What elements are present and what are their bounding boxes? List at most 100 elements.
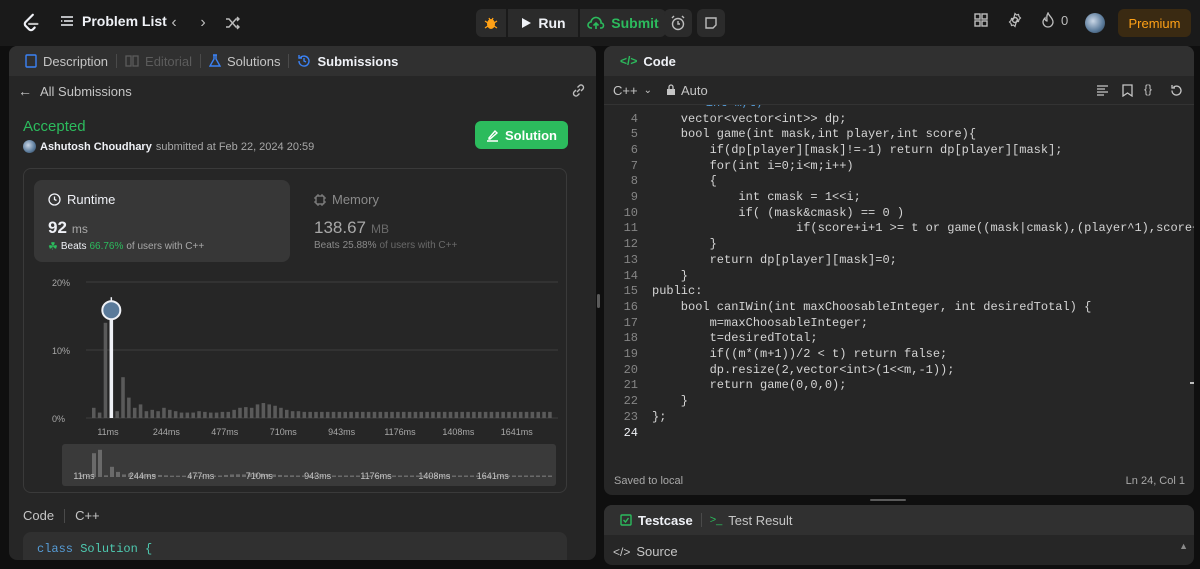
chart-bar[interactable] [407, 411, 412, 418]
gear-icon[interactable] [1007, 12, 1023, 28]
chart-bar[interactable] [249, 407, 254, 418]
chart-bar[interactable] [162, 407, 166, 418]
reset-icon[interactable] [1170, 84, 1183, 97]
chart-bar[interactable] [314, 411, 318, 418]
chart-bar[interactable] [156, 411, 160, 418]
chart-bar[interactable] [396, 411, 400, 418]
solution-button[interactable]: Solution [475, 121, 568, 149]
chart-bar[interactable] [208, 412, 213, 418]
chart-bar[interactable] [477, 411, 482, 418]
chart-bar[interactable] [173, 411, 178, 418]
tab-code[interactable]: </> Code [614, 54, 682, 69]
chart-bar[interactable] [390, 411, 394, 418]
runtime-distribution-chart[interactable]: 20% 10% 0% 11ms 244ms 477ms 710ms 943ms 1176ms 14… [24, 270, 566, 440]
prev-problem-icon[interactable]: ‹ [163, 12, 185, 34]
layout-icon[interactable] [973, 12, 989, 28]
chart-bar[interactable] [226, 411, 231, 418]
premium-button[interactable]: Premium [1118, 9, 1191, 37]
panel-resize-handle[interactable] [870, 499, 906, 501]
chart-bar[interactable] [244, 407, 248, 418]
chart-bar[interactable] [115, 411, 119, 418]
chart-bar[interactable] [138, 404, 143, 418]
chart-bar[interactable] [530, 411, 535, 418]
code-area[interactable]: int m,t; 4 vector<vector<int>> dp;5 bool… [604, 105, 1194, 465]
chart-bar[interactable] [460, 411, 464, 418]
chart-bar[interactable] [548, 411, 552, 418]
chart-bar[interactable] [425, 411, 429, 418]
back-to-all-submissions[interactable]: ← All Submissions [18, 83, 132, 99]
chart-bar[interactable] [378, 411, 383, 418]
chart-bar[interactable] [413, 411, 418, 418]
chart-bar[interactable] [255, 404, 260, 418]
chart-bar[interactable] [442, 411, 447, 418]
tab-testcase[interactable]: Testcase [614, 513, 699, 528]
chart-bar[interactable] [343, 411, 348, 418]
chart-bar[interactable] [214, 412, 219, 418]
chart-bar[interactable] [279, 407, 283, 418]
chart-bar[interactable] [127, 397, 131, 418]
your-submission-marker[interactable] [101, 300, 122, 321]
tab-test-result[interactable]: >_ Test Result [704, 513, 799, 528]
author-name[interactable]: Ashutosh Choudhary [40, 141, 152, 153]
chart-bar[interactable] [92, 407, 96, 418]
chart-bar[interactable] [197, 411, 201, 418]
chart-bar[interactable] [302, 411, 307, 418]
run-button[interactable]: Run [508, 9, 578, 37]
shuffle-icon[interactable] [222, 12, 244, 34]
chart-bar[interactable] [331, 411, 336, 418]
bookmark-icon[interactable] [1122, 84, 1133, 97]
chart-bar[interactable] [501, 411, 505, 418]
scroll-up-icon[interactable]: ▲ [1179, 541, 1188, 551]
braces-icon[interactable]: {} [1144, 82, 1152, 96]
leetcode-logo-icon[interactable] [20, 12, 42, 34]
chart-bar[interactable] [320, 411, 324, 418]
next-problem-icon[interactable]: › [192, 12, 214, 34]
chart-bar[interactable] [179, 412, 184, 418]
chart-bar[interactable] [203, 411, 207, 418]
tab-submissions[interactable]: Submissions [291, 54, 404, 69]
chart-bar[interactable] [437, 411, 441, 418]
chart-bar[interactable] [290, 411, 295, 418]
chart-bar[interactable] [308, 411, 312, 418]
auto-mode[interactable]: Auto [666, 83, 708, 98]
chart-bar[interactable] [361, 411, 365, 418]
chart-bar[interactable] [103, 322, 108, 418]
chart-bar[interactable] [261, 403, 266, 418]
chart-bar[interactable] [472, 411, 476, 418]
chart-bar[interactable] [238, 407, 242, 418]
chart-bar[interactable] [489, 411, 494, 418]
runtime-card[interactable]: Runtime 92 ms ☘ Beats 66.76% of users wi… [34, 180, 290, 262]
chart-bar[interactable] [372, 411, 377, 418]
chart-bar[interactable] [513, 411, 517, 418]
chart-bar[interactable] [284, 409, 289, 418]
chart-bar[interactable] [483, 411, 488, 418]
chart-bar[interactable] [454, 411, 459, 418]
chart-bar[interactable] [220, 411, 225, 418]
chart-bar[interactable] [518, 411, 523, 418]
problem-list-button[interactable]: Problem List [60, 13, 167, 29]
chart-bar[interactable] [296, 411, 301, 418]
chart-bar[interactable] [431, 411, 435, 418]
chart-bar[interactable] [355, 411, 359, 418]
memory-card[interactable]: Memory 138.67 MB Beats 25.88% of users w… [300, 180, 556, 262]
submit-button[interactable]: Submit [580, 9, 666, 37]
chart-bar[interactable] [384, 411, 388, 418]
chart-bar[interactable] [495, 411, 500, 418]
chart-bar[interactable] [337, 411, 342, 418]
chart-bar[interactable] [536, 411, 541, 418]
chart-bar[interactable] [191, 412, 195, 418]
chart-bar[interactable] [273, 405, 277, 418]
timer-button[interactable] [664, 9, 692, 37]
notes-button[interactable] [697, 9, 725, 37]
vertical-resize-handle[interactable] [597, 294, 600, 308]
chart-bar[interactable] [132, 407, 137, 418]
chart-range-scrubber[interactable]: 11ms 244ms 477ms 710ms 943ms 1176ms 1408ms 1641… [62, 444, 556, 486]
chart-bar[interactable] [150, 409, 155, 418]
chart-bar[interactable] [325, 411, 330, 418]
debug-button[interactable] [476, 9, 506, 37]
chart-bar[interactable] [419, 411, 424, 418]
chart-bar[interactable] [507, 411, 511, 418]
source-section[interactable]: </> Source [613, 544, 678, 559]
tab-description[interactable]: Description [19, 54, 114, 69]
chart-bar[interactable] [542, 411, 546, 418]
